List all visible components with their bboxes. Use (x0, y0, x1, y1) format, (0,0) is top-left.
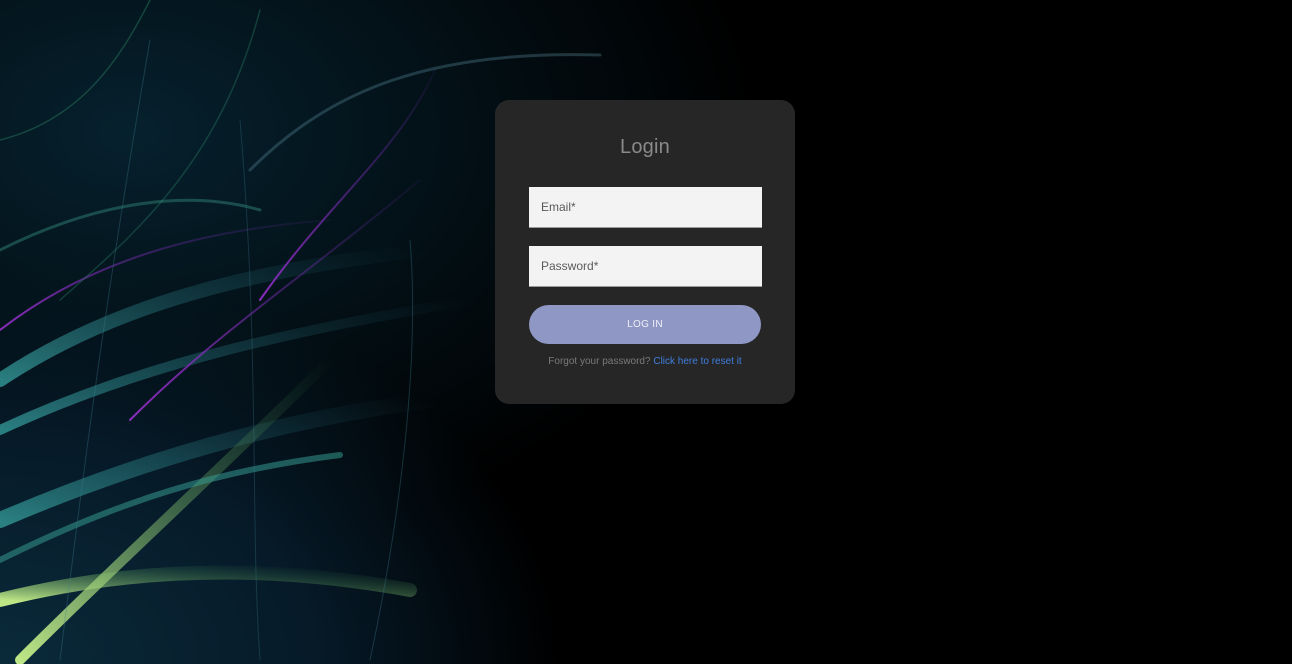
login-button[interactable]: LOG IN (529, 305, 761, 344)
forgot-password-text: Forgot your password? (548, 356, 651, 367)
password-field-container (529, 246, 762, 287)
reset-password-link[interactable]: Click here to reset it (653, 356, 741, 367)
email-input[interactable] (529, 187, 762, 227)
email-field-container (529, 187, 762, 228)
login-title: Login (620, 136, 670, 158)
forgot-password-row: Forgot your password? Click here to rese… (495, 356, 795, 367)
password-input[interactable] (529, 246, 762, 286)
login-card: Login LOG IN Forgot your password? Click… (495, 100, 795, 404)
